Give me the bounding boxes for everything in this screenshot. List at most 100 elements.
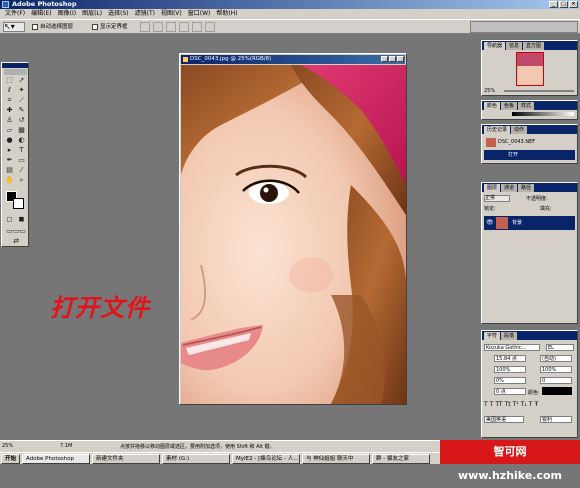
leading-field[interactable]: (自动)	[540, 354, 572, 362]
magic-wand-tool-icon[interactable]: ✦	[16, 86, 27, 95]
small-caps-button[interactable]: Tt	[505, 401, 511, 408]
align-left-button[interactable]	[179, 22, 189, 32]
auto-select-option[interactable]: 自动选择图层	[32, 23, 73, 31]
menu-help[interactable]: 帮助(H)	[213, 9, 240, 19]
tab-history[interactable]: 历史记录	[484, 126, 511, 134]
tab-color[interactable]: 颜色	[484, 102, 501, 110]
task-material-drive[interactable]: 素材 (G:)	[162, 453, 231, 464]
menu-layer[interactable]: 图层(L)	[79, 9, 105, 19]
underline-button[interactable]: T	[529, 401, 533, 408]
navigator-zoom-slider[interactable]	[504, 90, 574, 92]
baseline-field[interactable]: 0 点	[494, 387, 526, 395]
align-top-button[interactable]	[140, 22, 150, 32]
pen-tool-icon[interactable]: ✒	[4, 156, 15, 165]
color-ramp[interactable]	[512, 112, 574, 116]
tracking-field[interactable]: 0%	[494, 376, 526, 384]
vertical-scale-field[interactable]: 100%	[494, 365, 526, 373]
menu-edit[interactable]: 编辑(E)	[28, 9, 54, 19]
marquee-tool-icon[interactable]: ⬚	[4, 76, 15, 85]
tab-layers[interactable]: 图层	[484, 184, 501, 192]
font-style-select[interactable]: EL	[546, 343, 574, 351]
font-family-select[interactable]: Kozuka Gothic...	[484, 343, 540, 351]
blur-tool-icon[interactable]: ●	[4, 136, 15, 145]
visibility-eye-icon[interactable]: 👁	[486, 219, 494, 226]
start-button[interactable]: 开始	[1, 453, 21, 464]
standard-mode-icon[interactable]: ◻	[4, 215, 15, 224]
task-chat[interactable]: 与 神仙姐姐 聊天中	[302, 453, 371, 464]
gradient-tool-icon[interactable]: ▦	[16, 126, 27, 135]
history-snapshot[interactable]: DSC_0043.NEF	[484, 137, 575, 148]
language-select[interactable]: 美国英语	[484, 415, 524, 423]
brush-tool-icon[interactable]: ✎	[16, 106, 27, 115]
zoom-tool-icon[interactable]: ⌕	[16, 176, 27, 185]
maximize-button[interactable]: □	[559, 1, 568, 8]
dodge-tool-icon[interactable]: ◐	[16, 136, 27, 145]
text-color-swatch[interactable]	[542, 387, 572, 395]
tab-info[interactable]: 信息	[506, 42, 523, 50]
hand-tool-icon[interactable]: ✋	[4, 176, 15, 185]
font-size-field[interactable]: 15.84 点	[494, 354, 526, 362]
menu-window[interactable]: 窗口(W)	[185, 9, 214, 19]
eraser-tool-icon[interactable]: ▱	[4, 126, 15, 135]
tab-paragraph[interactable]: 段落	[501, 332, 518, 340]
navigator-zoom[interactable]: 25%	[484, 88, 495, 94]
show-bounds-option[interactable]: 显示定界框	[92, 23, 128, 31]
history-step-open[interactable]: 打开	[484, 150, 575, 160]
tab-character[interactable]: 字符	[484, 332, 501, 340]
healing-brush-tool-icon[interactable]: ✚	[4, 106, 15, 115]
tab-paths[interactable]: 路径	[518, 184, 535, 192]
move-tool-icon[interactable]: ➚	[16, 76, 27, 85]
minimize-button[interactable]: _	[549, 1, 558, 8]
align-right-button[interactable]	[205, 22, 215, 32]
menu-filter[interactable]: 滤镜(T)	[132, 9, 158, 19]
faux-bold-button[interactable]: T	[484, 401, 488, 408]
navigator-thumbnail[interactable]	[516, 52, 544, 86]
superscript-button[interactable]: T¹	[513, 401, 519, 408]
lasso-tool-icon[interactable]: ℓ	[4, 86, 15, 95]
eyedropper-tool-icon[interactable]: ⁄	[16, 166, 27, 175]
path-selection-tool-icon[interactable]: ▸	[4, 146, 15, 155]
notes-tool-icon[interactable]: ▤	[4, 166, 15, 175]
type-tool-icon[interactable]: T	[16, 146, 27, 155]
layer-row-background[interactable]: 👁 背景	[484, 216, 575, 230]
menu-view[interactable]: 视图(V)	[158, 9, 185, 19]
tab-styles[interactable]: 样式	[518, 102, 535, 110]
close-button[interactable]: ×	[569, 1, 578, 8]
crop-tool-icon[interactable]: ⌗	[4, 96, 15, 105]
move-tool-preset-button[interactable]: ↖▾	[3, 22, 25, 32]
jump-to-imageready-icon[interactable]: ⇄	[4, 237, 28, 246]
tab-channels[interactable]: 通道	[501, 184, 518, 192]
menu-select[interactable]: 选择(S)	[105, 9, 132, 19]
screen-mode-icon[interactable]: ▭▭▭	[4, 227, 28, 236]
photo-canvas[interactable]	[181, 65, 406, 404]
kerning-field[interactable]: 0	[540, 376, 572, 384]
faux-italic-button[interactable]: T	[490, 401, 494, 408]
task-group[interactable]: 群 - 摄友之家	[372, 453, 431, 464]
palette-well[interactable]	[470, 21, 578, 33]
align-center-button[interactable]	[192, 22, 202, 32]
doc-minimize-button[interactable]	[381, 56, 388, 62]
blend-mode-select[interactable]: 正常	[484, 195, 510, 202]
auto-select-checkbox[interactable]	[32, 23, 38, 30]
show-bounds-checkbox[interactable]	[92, 23, 98, 30]
doc-close-button[interactable]	[397, 56, 404, 62]
menu-image[interactable]: 图像(I)	[55, 9, 79, 19]
slice-tool-icon[interactable]: ⟋	[16, 96, 27, 105]
task-new-folder[interactable]: 新建文件夹	[92, 453, 161, 464]
task-photoshop[interactable]: Adobe Photoshop	[22, 453, 91, 464]
clone-stamp-tool-icon[interactable]: ♙	[4, 116, 15, 125]
status-zoom[interactable]: 25%	[2, 443, 13, 449]
doc-maximize-button[interactable]	[389, 56, 396, 62]
tab-swatches[interactable]: 色板	[501, 102, 518, 110]
align-middle-button[interactable]	[153, 22, 163, 32]
horizontal-scale-field[interactable]: 100%	[540, 365, 572, 373]
quick-mask-icon[interactable]: ◼	[16, 215, 27, 224]
status-doc-size[interactable]: 7.1M	[60, 443, 72, 449]
task-myie2[interactable]: MyIE2 - [蜂鸟论坛 - 人...	[232, 453, 301, 464]
background-color-swatch[interactable]	[13, 198, 24, 209]
menu-file[interactable]: 文件(F)	[2, 9, 28, 19]
all-caps-button[interactable]: TT	[495, 401, 502, 408]
strikethrough-button[interactable]: Ŧ	[534, 401, 538, 408]
tab-histogram[interactable]: 直方图	[523, 42, 545, 50]
history-brush-tool-icon[interactable]: ↺	[16, 116, 27, 125]
